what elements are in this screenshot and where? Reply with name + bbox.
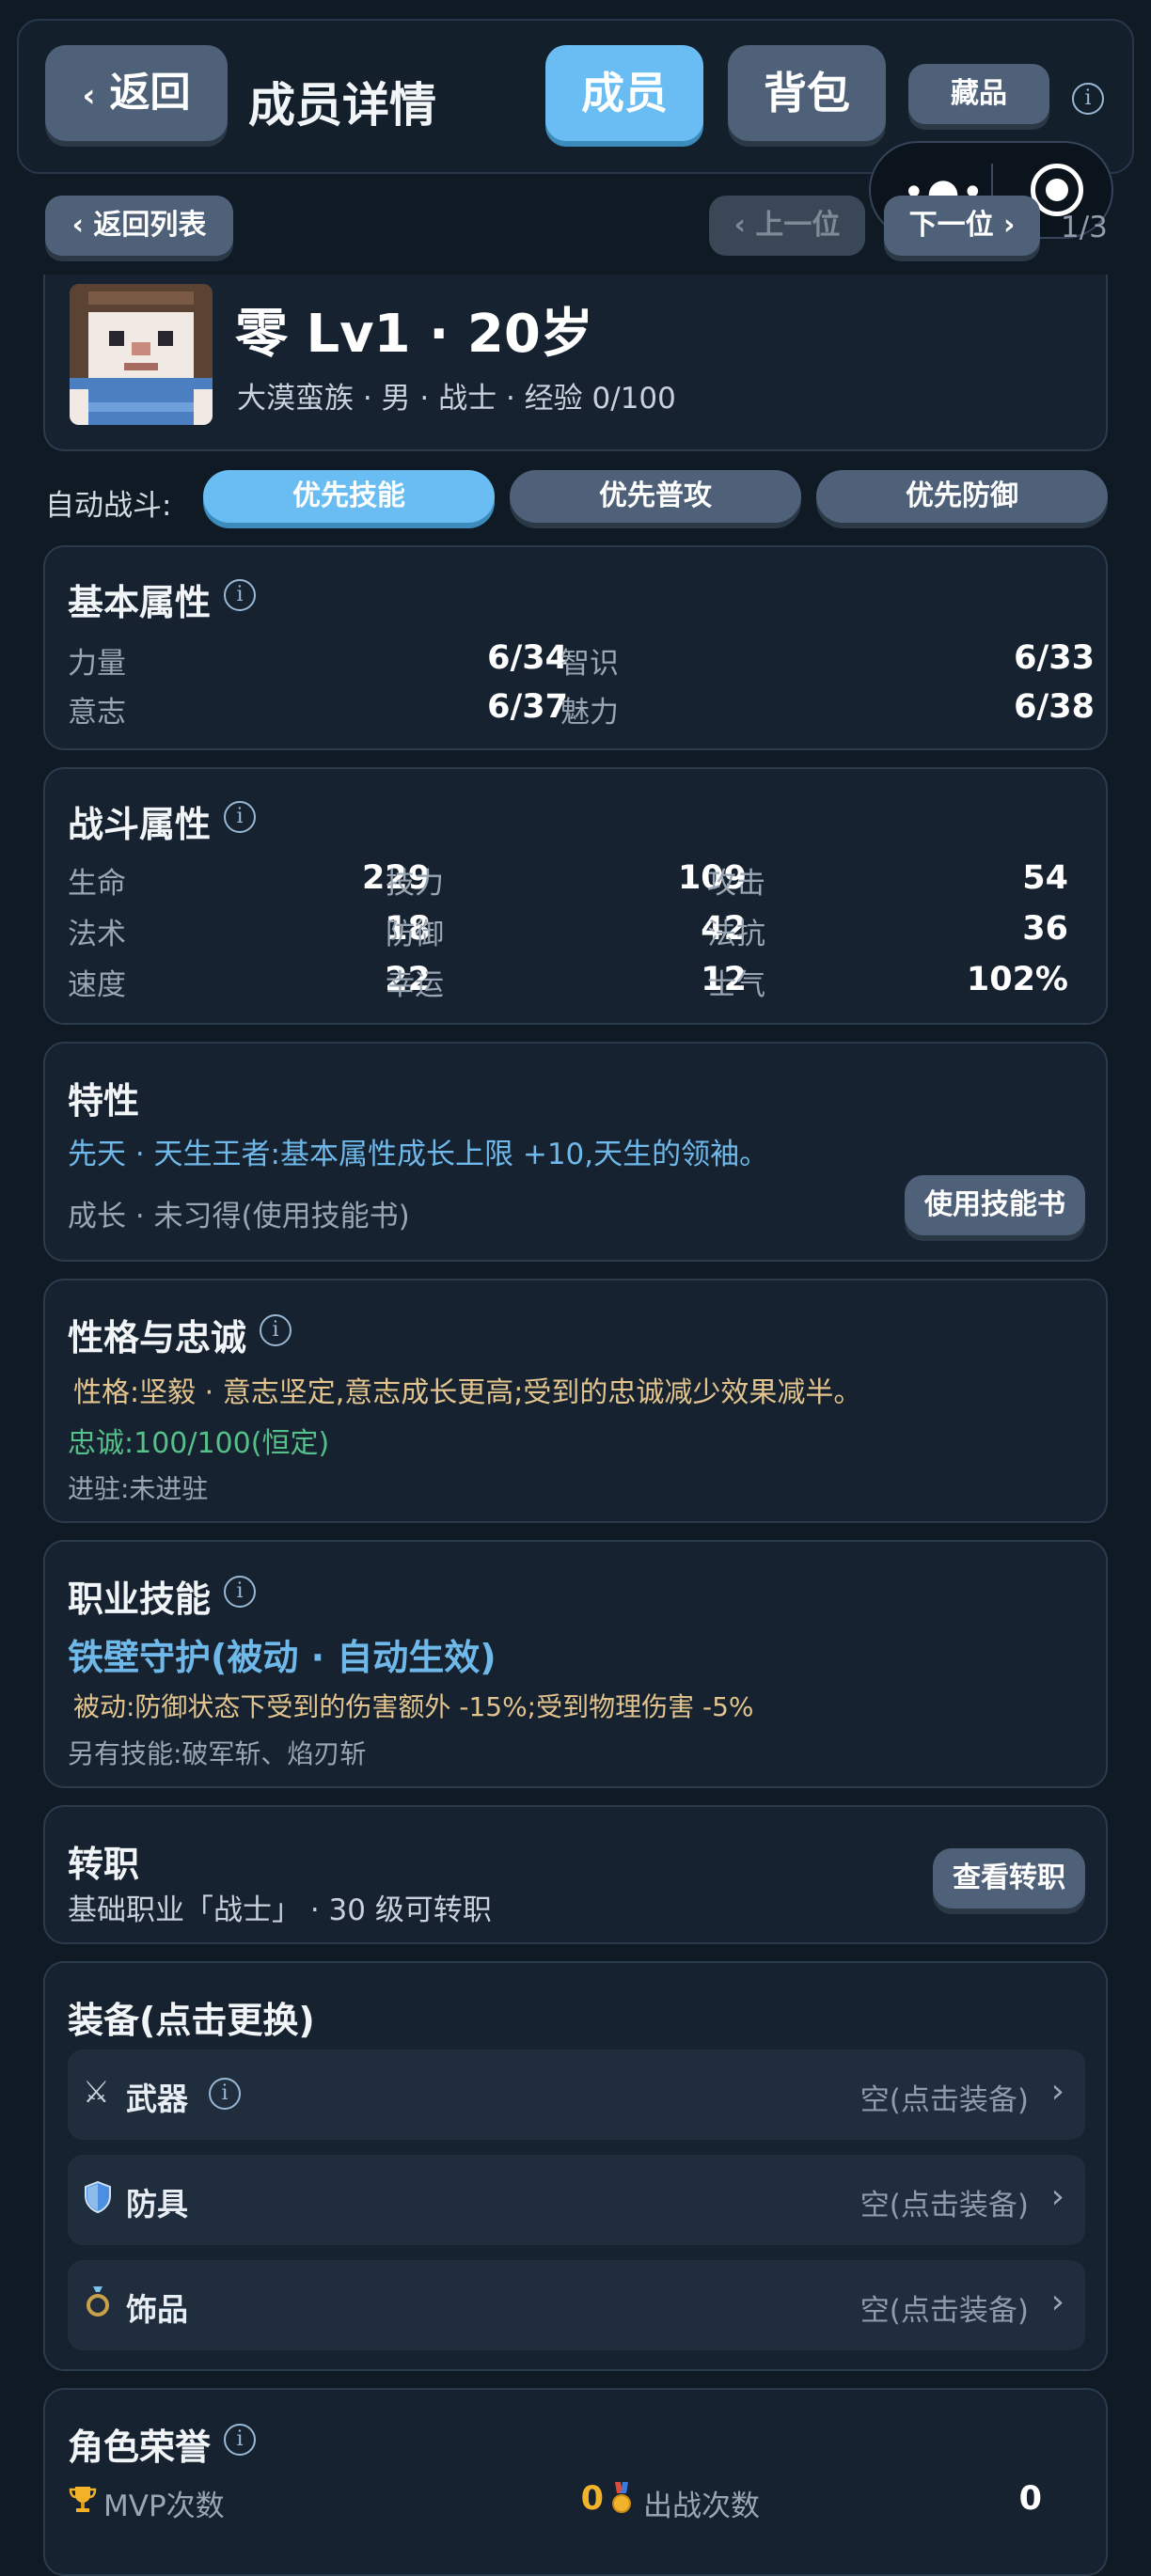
equipment-slot-armor[interactable]: 防具 空(点击装备) ›	[68, 2155, 1085, 2245]
slot-label: 武器	[126, 2081, 188, 2117]
attr-label: 技力	[386, 867, 444, 901]
attr-label: 意志	[68, 696, 126, 730]
prev-member-button[interactable]: ‹ 上一位	[709, 196, 865, 256]
chevron-left-icon: ‹	[733, 209, 746, 242]
section-title: 基本属性	[68, 582, 212, 623]
job-change-desc: 基础职业「战士」 · 30 级可转职	[68, 1893, 492, 1927]
attr-value: 54	[1022, 859, 1068, 897]
tab-collection[interactable]: 藏品	[908, 64, 1049, 124]
attr-label: 速度	[68, 968, 126, 1002]
tab-member[interactable]: 成员	[545, 45, 703, 141]
info-icon[interactable]: i	[224, 579, 256, 611]
battle-count-label: 出战次数	[643, 2490, 760, 2523]
attr-value: 102%	[966, 961, 1068, 998]
section-title: 装备(点击更换)	[68, 2000, 315, 2041]
info-icon[interactable]: i	[224, 2424, 256, 2456]
attr-label: 法术	[68, 918, 126, 951]
info-icon[interactable]: i	[224, 801, 256, 833]
equipment-card: 装备(点击更换) ⚔ 武器 i 空(点击装备) › 防具 空(点击装备) › 饰…	[43, 1961, 1108, 2371]
equipment-slot-accessory[interactable]: 饰品 空(点击装备) ›	[68, 2260, 1085, 2350]
attr-value: 36	[1022, 910, 1068, 948]
section-title: 特性	[68, 1080, 140, 1122]
attr-label: 攻击	[707, 867, 765, 901]
tab-bag[interactable]: 背包	[728, 45, 886, 141]
slot-value: 空(点击装备)	[859, 2189, 1029, 2223]
ring-icon	[85, 2285, 111, 2318]
personality-line: 性格:坚毅 · 意志坚定,意志成长更高;受到的忠诚减少效果减半。	[73, 1376, 862, 1409]
attr-label: 防御	[386, 918, 444, 951]
skill-name: 铁壁守护(被动 · 自动生效)	[68, 1637, 497, 1678]
job-change-card: 转职 基础职业「战士」 · 30 级可转职 查看转职	[43, 1805, 1108, 1944]
auto-battle-option-attack[interactable]: 优先普攻	[510, 470, 801, 523]
trophy-icon	[68, 2484, 98, 2514]
info-icon[interactable]: i	[260, 1314, 292, 1346]
shield-icon	[85, 2180, 111, 2214]
attr-label: 士气	[707, 968, 765, 1002]
traits-card: 特性 先天 · 天生王者:基本属性成长上限 +10,天生的领袖。 成长 · 未习…	[43, 1042, 1108, 1262]
profile-card: 零 Lv1 · 20岁 大漠蛮族 · 男 · 战士 · 经验 0/100	[43, 275, 1108, 451]
section-title: 性格与忠诚	[68, 1317, 247, 1359]
crossed-swords-icon: ⚔	[83, 2074, 110, 2110]
auto-battle-option-defend[interactable]: 优先防御	[816, 470, 1108, 523]
skill-description: 被动:防御状态下受到的伤害额外 -15%;受到物理伤害 -5%	[73, 1691, 754, 1722]
info-icon[interactable]: i	[224, 1576, 256, 1608]
member-name-level-age: 零 Lv1 · 20岁	[235, 304, 593, 365]
chevron-right-icon: ›	[1050, 2177, 1064, 2216]
member-meta: 大漠蛮族 · 男 · 战士 · 经验 0/100	[237, 382, 676, 416]
chevron-right-icon: ›	[1050, 2283, 1064, 2321]
equipment-slot-weapon[interactable]: ⚔ 武器 i 空(点击装备) ›	[68, 2050, 1085, 2140]
battle-count-value: 0	[1018, 2480, 1042, 2518]
innate-trait: 先天 · 天生王者:基本属性成长上限 +10,天生的领袖。	[68, 1138, 769, 1171]
basic-attributes-card: 基本属性 i 力量 6/34 智识 6/33 意志 6/37 魅力 6/38	[43, 545, 1108, 750]
job-skill-card: 职业技能 i 铁壁守护(被动 · 自动生效) 被动:防御状态下受到的伤害额外 -…	[43, 1540, 1108, 1788]
medal-icon	[609, 2482, 634, 2514]
attr-label: 魅力	[560, 696, 619, 730]
attr-value: 6/37	[487, 688, 568, 726]
mvp-count-value: 0	[580, 2480, 604, 2518]
section-title: 职业技能	[68, 1579, 212, 1620]
attr-value: 6/33	[1014, 639, 1095, 677]
mvp-count-label: MVP次数	[103, 2490, 225, 2523]
attr-label: 智识	[560, 647, 619, 681]
attr-label: 法抗	[707, 918, 765, 951]
chevron-right-icon: ›	[1003, 209, 1016, 242]
page-title: 成员详情	[248, 78, 436, 133]
honor-card: 角色荣誉 i MVP次数 0 出战次数 0	[43, 2388, 1108, 2576]
chevron-right-icon: ›	[1050, 2072, 1064, 2111]
section-title: 战斗属性	[68, 804, 212, 845]
info-icon[interactable]: i	[209, 2078, 241, 2110]
loyalty-line: 忠诚:100/100(恒定)	[68, 1427, 330, 1460]
station-line: 进驻:未进驻	[68, 1473, 209, 1504]
personality-card: 性格与忠诚 i 性格:坚毅 · 意志坚定,意志成长更高;受到的忠诚减少效果减半。…	[43, 1279, 1108, 1523]
section-title: 角色荣誉	[68, 2427, 212, 2468]
chevron-left-icon: ‹	[82, 77, 96, 115]
slot-value: 空(点击装备)	[859, 2294, 1029, 2328]
chevron-left-icon: ‹	[71, 209, 84, 242]
back-button[interactable]: ‹ 返回	[45, 45, 228, 141]
info-icon[interactable]: i	[1072, 83, 1104, 115]
slot-label: 饰品	[126, 2291, 188, 2328]
attr-label: 生命	[68, 867, 126, 901]
auto-battle-option-skill[interactable]: 优先技能	[203, 470, 495, 523]
attr-value: 6/34	[487, 639, 568, 677]
view-job-change-button[interactable]: 查看转职	[933, 1848, 1085, 1908]
member-counter: 1/3	[1061, 211, 1108, 244]
other-skills: 另有技能:破军斩、焰刃斩	[68, 1738, 367, 1769]
next-member-button[interactable]: 下一位 ›	[884, 196, 1040, 256]
use-skill-book-button[interactable]: 使用技能书	[905, 1175, 1085, 1235]
auto-battle-label: 自动战斗:	[45, 489, 172, 523]
growth-trait: 成长 · 未习得(使用技能书)	[68, 1200, 410, 1233]
attr-value: 6/38	[1014, 688, 1095, 726]
slot-label: 防具	[126, 2186, 188, 2223]
avatar	[70, 284, 213, 425]
section-title: 转职	[68, 1844, 140, 1885]
back-to-list-button[interactable]: ‹ 返回列表	[45, 196, 233, 256]
attr-label: 力量	[68, 647, 126, 681]
combat-attributes-card: 战斗属性 i 生命 229 技力 109 攻击 54 法术 18 防御 42 法…	[43, 767, 1108, 1025]
attr-label: 幸运	[386, 968, 444, 1002]
slot-value: 空(点击装备)	[859, 2083, 1029, 2117]
